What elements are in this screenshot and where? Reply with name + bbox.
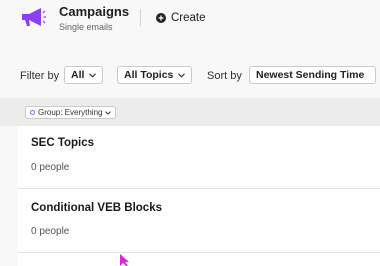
plus-circle-icon bbox=[156, 13, 166, 23]
sort-by-label: Sort by bbox=[207, 70, 242, 82]
campaign-recipient-count: 0 people bbox=[31, 226, 70, 237]
sort-select[interactable]: Newest Sending Time bbox=[249, 66, 376, 84]
page-header: Campaigns Single emails Create bbox=[0, 0, 380, 40]
campaign-row[interactable]: Conditional VEB Blocks 0 people bbox=[18, 189, 380, 251]
campaign-name: Conditional VEB Blocks bbox=[31, 202, 162, 214]
campaign-row[interactable]: SEC Topics 0 people bbox=[18, 126, 380, 188]
topics-select-value: All Topics bbox=[124, 69, 174, 81]
sort-select-value: Newest Sending Time bbox=[256, 69, 365, 81]
page-subtitle: Single emails bbox=[59, 22, 113, 32]
create-button-label: Create bbox=[171, 12, 206, 24]
page-title: Campaigns bbox=[59, 4, 130, 19]
group-dot-icon bbox=[30, 110, 35, 115]
header-divider bbox=[140, 9, 141, 26]
chevron-down-icon bbox=[105, 110, 112, 115]
chevron-down-icon bbox=[89, 72, 97, 78]
group-chip-label: Group: Everything bbox=[38, 108, 103, 117]
campaign-list: SEC Topics 0 people Conditional VEB Bloc… bbox=[18, 126, 380, 266]
filter-select[interactable]: All bbox=[64, 66, 104, 84]
filter-by-label: Filter by bbox=[20, 70, 60, 82]
topics-select[interactable]: All Topics bbox=[117, 66, 193, 84]
row-divider bbox=[18, 252, 380, 253]
mouse-cursor-icon bbox=[120, 254, 129, 266]
megaphone-icon bbox=[22, 8, 46, 26]
group-filter-chip[interactable]: Group: Everything bbox=[25, 106, 117, 119]
group-bar: Group: Everything bbox=[0, 98, 380, 126]
campaign-recipient-count: 0 people bbox=[31, 162, 70, 173]
create-button[interactable]: Create bbox=[156, 10, 206, 26]
filter-bar: Filter by All All Topics Sort by Newest … bbox=[0, 66, 380, 88]
filter-select-value: All bbox=[71, 69, 85, 81]
campaign-name: SEC Topics bbox=[31, 137, 95, 149]
chevron-down-icon bbox=[178, 72, 186, 78]
